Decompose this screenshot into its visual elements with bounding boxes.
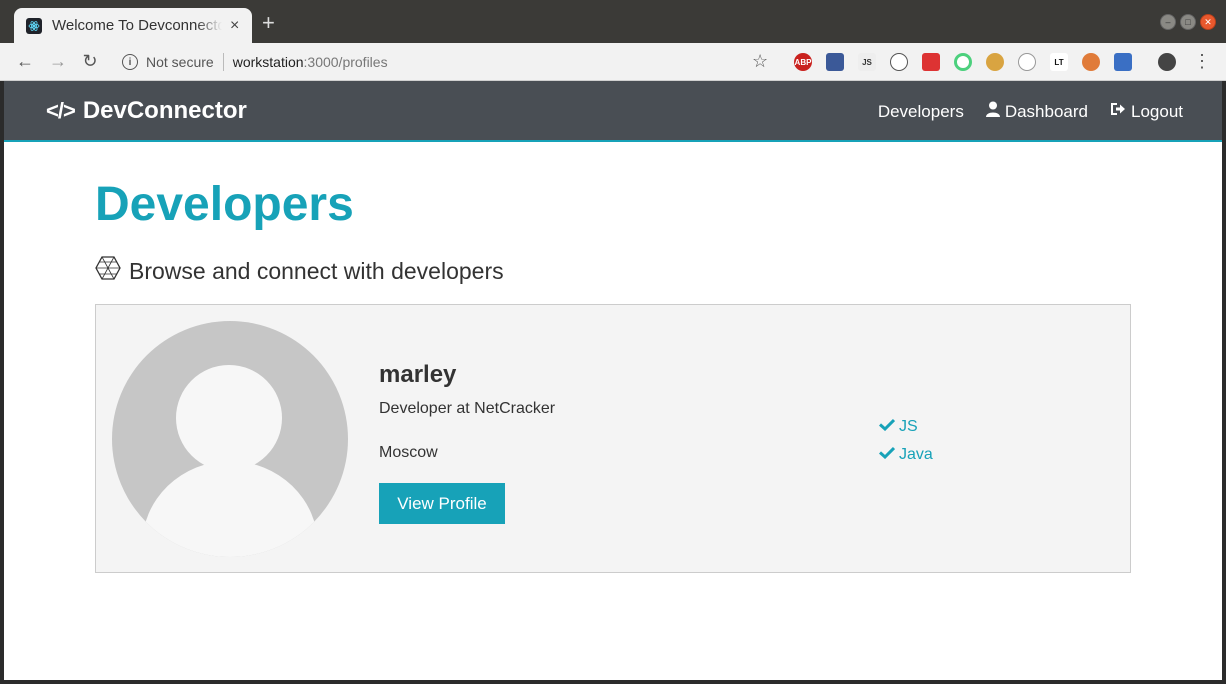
profile-location: Moscow (379, 444, 438, 461)
nav-link-label: Logout (1131, 101, 1183, 121)
avatar-body-shape (142, 461, 318, 557)
brand-name: DevConnector (82, 97, 247, 124)
avatar-head-shape (176, 365, 282, 471)
maximize-button[interactable]: □ (1180, 14, 1196, 30)
tab-title: Welcome To Devconnector (52, 17, 222, 34)
connectdevelop-icon (95, 256, 121, 286)
address-bar[interactable]: i Not secure workstation:3000/profiles (112, 47, 782, 77)
reload-icon[interactable]: ↻ (79, 51, 101, 72)
close-tab-icon[interactable]: × (230, 17, 239, 35)
security-label: Not secure (146, 54, 214, 70)
skills-list: JS Java (878, 413, 933, 469)
extension-icon[interactable] (826, 53, 844, 71)
sign-out-icon (1110, 101, 1126, 122)
lt-extension-icon[interactable]: LT (1050, 53, 1068, 71)
bookmark-star-icon[interactable]: ☆ (752, 51, 768, 72)
page-title: Developers (95, 178, 354, 231)
check-icon (878, 418, 896, 436)
close-window-button[interactable]: ✕ (1200, 14, 1216, 30)
adblock-extension-icon[interactable]: ABP (794, 53, 812, 71)
browser-menu-icon[interactable]: ⋮ (1193, 51, 1211, 72)
brand-link[interactable]: </> DevConnector (46, 97, 247, 125)
cookie-extension-icon[interactable] (986, 53, 1004, 71)
profile-name: marley (379, 361, 457, 388)
nav-dashboard-link[interactable]: Dashboard (985, 101, 1088, 122)
extension-icon[interactable] (922, 53, 940, 71)
omnibox-separator (222, 53, 224, 71)
lead-text: Browse and connect with developers (129, 257, 504, 284)
view-profile-button[interactable]: View Profile (379, 483, 505, 524)
extension-icon[interactable] (1082, 53, 1100, 71)
save-extension-icon[interactable] (1114, 53, 1132, 71)
profile-status: Developer at NetCracker (379, 400, 556, 417)
extension-icon[interactable] (1018, 53, 1036, 71)
back-arrow-icon[interactable]: ← (14, 51, 36, 72)
profile-avatar-icon[interactable] (1158, 53, 1176, 71)
new-tab-button[interactable]: + (262, 12, 275, 34)
profile-card: marley Developer at NetCracker Moscow Vi… (95, 304, 1131, 573)
page-lead: Browse and connect with developers (95, 256, 504, 286)
forward-arrow-icon[interactable]: → (47, 51, 69, 72)
nav-links: Developers Dashboard Logout (878, 101, 1183, 122)
code-icon: </> (46, 98, 76, 123)
avatar (112, 321, 348, 557)
info-icon[interactable]: i (122, 54, 138, 70)
nav-link-label: Developers (877, 101, 964, 121)
skill-label: Java (899, 446, 933, 463)
nav-developers-link[interactable]: Developers (878, 101, 964, 122)
browser-tab[interactable]: Welcome To Devconnector × (14, 8, 252, 43)
skill-item: JS (878, 413, 933, 441)
check-icon (878, 446, 896, 464)
extension-icon[interactable] (954, 53, 972, 71)
nav-link-label: Dashboard (1004, 101, 1088, 121)
window-controls: – □ ✕ (1160, 14, 1216, 30)
minimize-button[interactable]: – (1160, 14, 1176, 30)
url-host: workstation (232, 54, 304, 70)
user-icon (985, 101, 1000, 122)
devtools-extension-icon[interactable] (890, 53, 908, 71)
nav-logout-link[interactable]: Logout (1110, 101, 1183, 122)
skill-item: Java (878, 441, 933, 469)
window-bottom-border (0, 680, 1226, 684)
js-extension-icon[interactable]: JS (858, 53, 876, 71)
navbar: </> DevConnector Developers Dashboard Lo… (4, 81, 1222, 142)
web-page: </> DevConnector Developers Dashboard Lo… (4, 81, 1222, 680)
url-path: :3000/profiles (303, 54, 388, 70)
skill-label: JS (899, 418, 918, 435)
browser-toolbar: ← → ↻ i Not secure workstation:3000/prof… (0, 43, 1226, 81)
react-favicon-icon (26, 17, 42, 34)
browser-titlebar: Welcome To Devconnector × + – □ ✕ (0, 0, 1226, 43)
